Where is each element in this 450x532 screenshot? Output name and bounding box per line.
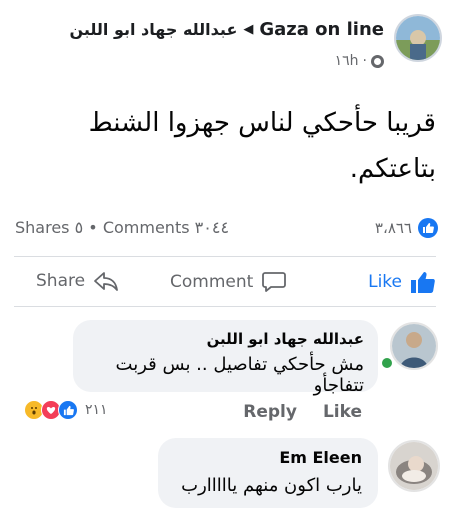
like-reaction-icon (418, 218, 438, 238)
comments-count: ٣٠٤٤ (194, 218, 230, 237)
comment-bubble: عبدالله جهاد ابو اللبن مش حأحكي تفاصيل .… (73, 320, 378, 396)
comment-text: مش حأحكي تفاصيل .. بس قربت تتفاجأو (115, 354, 364, 396)
commenter-avatar[interactable] (390, 322, 438, 370)
share-icon (94, 272, 118, 291)
shares-label[interactable]: Shares (15, 218, 70, 237)
share-label: Share (36, 271, 86, 291)
post-meta: ١٦h · (335, 53, 384, 69)
commenter-name[interactable]: عبدالله جهاد ابو اللبن (87, 330, 364, 348)
thumbs-up-icon (411, 272, 435, 293)
shared-to-arrow-icon: ◀ (243, 22, 254, 37)
post-text-line: بتاعتكم. (349, 154, 436, 184)
like-label: Like (368, 272, 402, 292)
comment-bubble: Em Eleen يارب اكون منهم يااااارب (158, 438, 378, 508)
comment-actions: Reply Like (243, 402, 362, 422)
meta-separator: · (362, 53, 367, 69)
comment-icon (262, 272, 287, 292)
divider (14, 256, 436, 257)
shares-count: ٥ (74, 218, 84, 237)
reply-button[interactable]: Reply (243, 402, 297, 422)
post-header: عبدالله جهاد ابو اللبن ◀ Gaza on line (69, 19, 384, 40)
comment-reactions-count: ٢١١ (85, 402, 108, 418)
like-button[interactable]: Like (368, 270, 436, 294)
share-button[interactable]: Share (36, 270, 119, 292)
comment-reactions[interactable]: ٢١١ (24, 400, 108, 420)
like-reaction-icon (58, 400, 78, 420)
page-avatar[interactable] (394, 14, 442, 62)
counts-separator: • (88, 218, 98, 237)
page-name[interactable]: Gaza on line (259, 19, 384, 40)
comment-text: يارب اكون منهم يااااارب (181, 475, 362, 496)
post-text: قريبا حأحكي لناس جهزوا الشنط بتاعتكم. (16, 100, 436, 192)
comment-button[interactable]: Comment (170, 270, 287, 294)
author-name[interactable]: عبدالله جهاد ابو اللبن (69, 20, 237, 39)
online-status-indicator (380, 356, 394, 370)
comments-label[interactable]: Comments (103, 218, 190, 237)
divider (14, 306, 436, 307)
engagement-counts: Shares ٥ • Comments ٣٠٤٤ (15, 218, 229, 237)
commenter-name[interactable]: Em Eleen (174, 448, 362, 467)
globe-icon (371, 54, 384, 68)
comment-like-button[interactable]: Like (323, 402, 362, 422)
comment-label: Comment (170, 272, 254, 292)
reactions-summary[interactable]: ٣،٨٦٦ (375, 218, 438, 238)
reactions-count: ٣،٨٦٦ (374, 219, 412, 237)
commenter-avatar[interactable] (388, 440, 440, 492)
post-time[interactable]: ١٦h (335, 53, 359, 69)
post-text-line: قريبا حأحكي لناس جهزوا الشنط (88, 108, 436, 138)
